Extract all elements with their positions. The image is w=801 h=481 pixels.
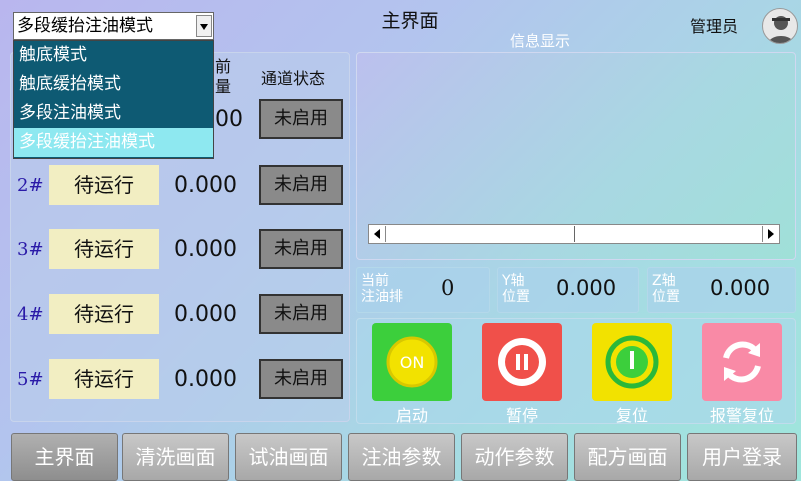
scroll-left-icon[interactable]	[370, 226, 386, 242]
svg-text:ON: ON	[400, 353, 425, 372]
channel-number: 4#	[17, 304, 44, 325]
channel-row-5: 5# 待运行 0.000 未启用	[11, 359, 351, 401]
alarm-reset-label: 报警复位	[709, 406, 774, 425]
reset-button[interactable]	[592, 323, 672, 401]
y-axis-label: Y轴 位置	[502, 273, 530, 305]
col-current-head-partial: 前	[215, 57, 232, 76]
channel-1-toggle-button[interactable]: 未启用	[259, 99, 343, 139]
info-display-title: 信息显示	[510, 32, 571, 50]
mode-option-bottom-slow-lift[interactable]: 触底缓抬模式	[14, 70, 213, 99]
channel-number: 3#	[17, 239, 44, 260]
nav-user-login[interactable]: 用户登录	[687, 433, 797, 481]
chevron-down-icon[interactable]	[196, 15, 212, 37]
current-row-value: 0	[441, 276, 455, 300]
user-role-label: 管理员	[690, 17, 739, 36]
refresh-icon	[723, 341, 761, 383]
channel-row-4: 4# 待运行 0.000 未启用	[11, 294, 351, 336]
avatar-icon[interactable]	[762, 8, 798, 44]
channel-number: 5#	[17, 369, 44, 390]
channel-state: 待运行	[49, 229, 159, 269]
mode-option-multi-stage[interactable]: 多段注油模式	[14, 99, 213, 128]
y-axis-value: 0.000	[556, 276, 617, 300]
channel-number: 2#	[17, 175, 44, 196]
current-row-label: 当前 注油排	[361, 273, 403, 305]
alarm-reset-button[interactable]	[702, 323, 782, 401]
channel-value: 0.000	[174, 367, 237, 392]
nav-recipe-screen[interactable]: 配方画面	[574, 433, 681, 481]
reset-label: 复位	[615, 406, 648, 425]
col-status-head: 通道状态	[261, 69, 326, 88]
pause-button[interactable]	[482, 323, 562, 401]
channel-state: 待运行	[49, 165, 159, 205]
mode-option-multi-stage-slow-lift[interactable]: 多段缓抬注油模式	[14, 128, 213, 157]
col-current-head-partial2: 量	[215, 77, 232, 96]
z-axis-label: Z轴 位置	[652, 273, 680, 305]
scrollbar-thumb[interactable]	[389, 226, 575, 242]
nav-main-screen[interactable]: 主界面	[11, 433, 118, 481]
channel-row-2: 2# 待运行 0.000 未启用	[11, 165, 351, 207]
page-title: 主界面	[381, 10, 439, 32]
power-on-icon: ON	[386, 336, 438, 388]
start-label: 启动	[395, 406, 428, 425]
mode-dropdown-list: 触底模式 触底缓抬模式 多段注油模式 多段缓抬注油模式	[13, 40, 214, 159]
current-row-box: 当前 注油排 0	[356, 267, 490, 313]
z-axis-position-box: Z轴 位置 0.000	[647, 267, 796, 313]
channel-value: 0.000	[174, 173, 237, 198]
channel-value: 0.000	[174, 237, 237, 262]
channel-value: 0.000	[174, 302, 237, 327]
channel-toggle-button[interactable]: 未启用	[259, 165, 343, 205]
channel-1-value: 00	[215, 107, 243, 132]
nav-oil-test-screen[interactable]: 试油画面	[235, 433, 342, 481]
channel-toggle-button[interactable]: 未启用	[259, 359, 343, 399]
z-axis-value: 0.000	[710, 276, 771, 300]
mode-select-value: 多段缓抬注油模式	[17, 16, 153, 36]
mode-option-bottom[interactable]: 触底模式	[14, 41, 213, 70]
reset-icon	[605, 335, 659, 389]
y-axis-position-box: Y轴 位置 0.000	[497, 267, 639, 313]
channel-state: 待运行	[49, 294, 159, 334]
channel-toggle-button[interactable]: 未启用	[259, 294, 343, 334]
mode-select[interactable]: 多段缓抬注油模式	[13, 12, 214, 40]
scroll-right-icon[interactable]	[762, 226, 778, 242]
channel-toggle-button[interactable]: 未启用	[259, 229, 343, 269]
nav-motion-params[interactable]: 动作参数	[461, 433, 568, 481]
nav-cleaning-screen[interactable]: 清洗画面	[122, 433, 229, 481]
info-horizontal-scrollbar[interactable]	[368, 224, 780, 244]
nav-oil-injection-params[interactable]: 注油参数	[348, 433, 455, 481]
start-button[interactable]: ON	[372, 323, 452, 401]
channel-state: 待运行	[49, 359, 159, 399]
channel-row-3: 3# 待运行 0.000 未启用	[11, 229, 351, 271]
pause-icon	[498, 338, 546, 386]
pause-label: 暂停	[505, 406, 538, 425]
